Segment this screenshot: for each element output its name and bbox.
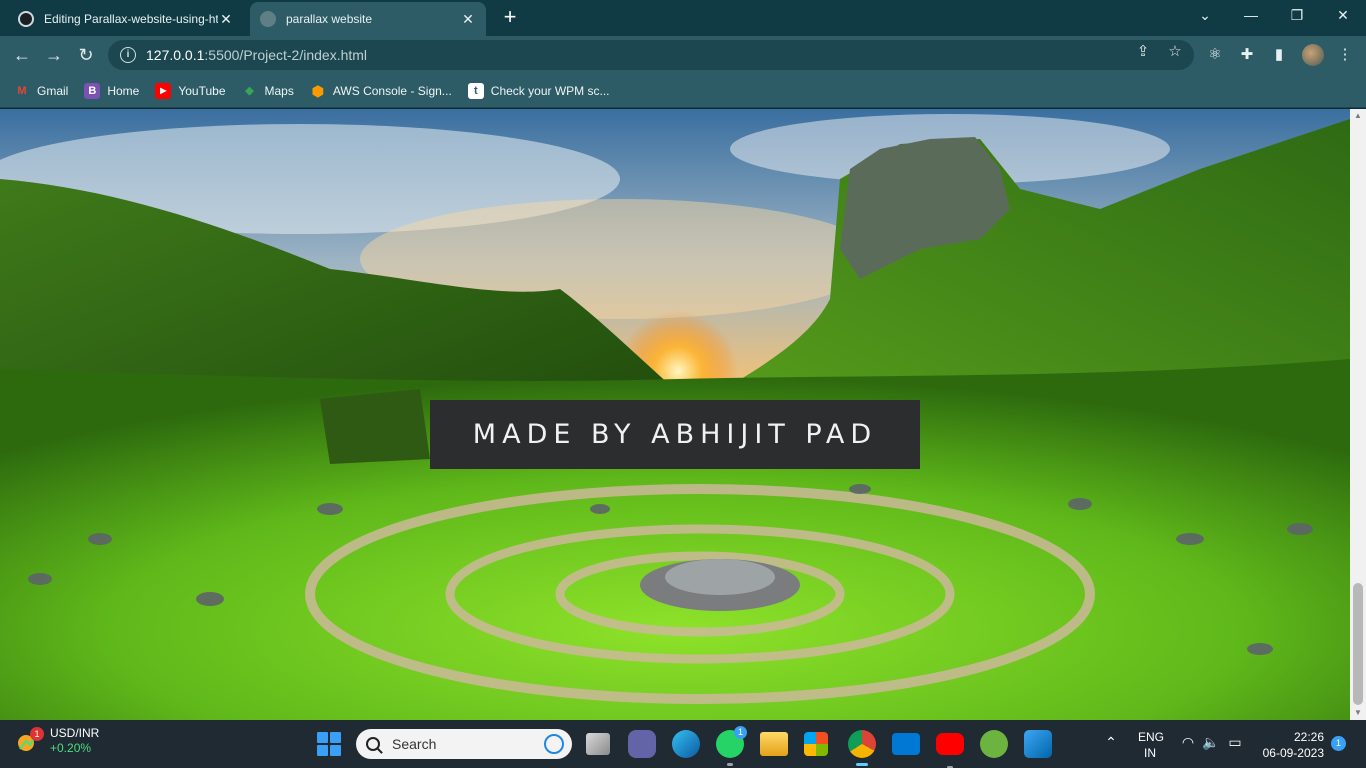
- bookmark-label: AWS Console - Sign...: [332, 83, 452, 98]
- tab-search-chevron-icon[interactable]: ⌄: [1182, 0, 1228, 32]
- gmail-icon: M: [17, 84, 27, 97]
- microsoft-store-icon[interactable]: [804, 732, 828, 756]
- bookmark-maps[interactable]: ◆ Maps: [242, 83, 294, 99]
- volume-muted-icon[interactable]: 🔈: [1202, 734, 1220, 751]
- bing-icon[interactable]: [544, 734, 564, 754]
- bookmark-label: Check your WPM sc...: [490, 83, 610, 98]
- system-clock[interactable]: 22:26 06-09-2023: [1256, 729, 1324, 761]
- close-icon[interactable]: ✕: [218, 11, 234, 28]
- tab-editing-repo[interactable]: Editing Parallax-website-using-ht ✕: [8, 2, 244, 36]
- bookmark-aws[interactable]: ⬢ AWS Console - Sign...: [310, 83, 452, 99]
- vscode-icon[interactable]: [1024, 730, 1052, 758]
- bookmark-label: Gmail: [37, 83, 69, 98]
- windows-taskbar: 1 USD/INR +0.20% Search 1 ⌃ ENG IN ◠ 🔈 ▭…: [0, 720, 1366, 768]
- extensions-icon[interactable]: ✚: [1238, 46, 1256, 64]
- file-explorer-icon[interactable]: [760, 732, 788, 756]
- spring-tool-icon[interactable]: [980, 730, 1008, 758]
- restore-button[interactable]: ❐: [1274, 0, 1320, 32]
- new-tab-button[interactable]: +: [496, 4, 524, 32]
- profile-avatar[interactable]: [1302, 44, 1324, 66]
- tab-strip: Editing Parallax-website-using-ht ✕ para…: [0, 0, 1366, 36]
- menu-dots-icon[interactable]: ⋮: [1336, 46, 1354, 64]
- typing-site-icon: t: [467, 82, 484, 99]
- site-info-icon[interactable]: i: [120, 47, 136, 63]
- tab-title: Editing Parallax-website-using-ht: [44, 12, 218, 26]
- tab-parallax-website[interactable]: parallax website ✕: [250, 2, 486, 36]
- currency-widget[interactable]: 1 USD/INR +0.20%: [16, 726, 99, 756]
- bookmark-label: Home: [107, 83, 140, 98]
- maps-icon: ◆: [245, 84, 254, 97]
- teams-chat-icon[interactable]: [628, 730, 656, 758]
- globe-icon: [260, 11, 276, 27]
- scrollbar-thumb[interactable]: [1353, 583, 1363, 705]
- browser-toolbar: ← → ↻ i 127.0.0.1:5500/Project-2/index.h…: [0, 36, 1366, 74]
- taskbar-search[interactable]: Search: [356, 729, 572, 759]
- youtube-app-icon[interactable]: [936, 733, 964, 768]
- made-by-banner: MADE BY ABHIJIT PAD: [430, 400, 920, 469]
- bookmarks-bar: M Gmail B Home ▶ YouTube ◆ Maps ⬢ AWS Co…: [0, 74, 1366, 108]
- bookmark-label: YouTube: [178, 83, 226, 98]
- youtube-icon: ▶: [155, 82, 172, 99]
- wifi-icon[interactable]: ◠: [1179, 734, 1197, 751]
- battery-icon[interactable]: ▭: [1226, 734, 1244, 751]
- bootstrap-icon: B: [84, 82, 101, 99]
- currency-chart-icon: 1: [16, 727, 44, 753]
- close-icon[interactable]: ✕: [460, 11, 476, 28]
- bookmark-youtube[interactable]: ▶ YouTube: [155, 82, 226, 99]
- bookmark-gmail[interactable]: M Gmail: [14, 83, 68, 99]
- widget-badge: 1: [30, 727, 44, 741]
- clock-time: 22:26: [1293, 730, 1324, 744]
- bookmark-home[interactable]: B Home: [84, 82, 140, 99]
- bookmark-label: Maps: [264, 83, 294, 98]
- page-scrollbar[interactable]: ▲ ▼: [1350, 109, 1366, 720]
- tab-title: parallax website: [286, 12, 373, 26]
- whatsapp-badge: 1: [734, 726, 747, 739]
- language-indicator-eng: ENG: [1138, 730, 1165, 744]
- task-view-icon[interactable]: [586, 733, 610, 755]
- mail-icon[interactable]: [892, 733, 920, 755]
- whatsapp-icon[interactable]: 1: [716, 726, 747, 766]
- side-panel-icon[interactable]: ▮: [1270, 46, 1288, 64]
- language-indicator-in: IN: [1144, 746, 1156, 760]
- start-button[interactable]: [317, 732, 341, 756]
- forward-button[interactable]: →: [40, 41, 68, 69]
- search-icon: [366, 737, 380, 751]
- back-button[interactable]: ←: [8, 41, 36, 69]
- widget-value: +0.20%: [50, 741, 92, 755]
- notification-badge[interactable]: 1: [1331, 736, 1346, 751]
- edge-icon[interactable]: [672, 730, 700, 758]
- url-text[interactable]: 127.0.0.1:5500/Project-2/index.html: [146, 47, 367, 63]
- page-viewport: MADE BY ABHIJIT PAD: [0, 109, 1350, 720]
- chrome-icon[interactable]: [848, 730, 876, 766]
- minimize-button[interactable]: —: [1228, 0, 1274, 32]
- clock-date: 06-09-2023: [1262, 746, 1324, 760]
- share-icon[interactable]: ⇪: [1134, 43, 1152, 61]
- github-icon: [18, 11, 34, 27]
- search-label: Search: [392, 736, 437, 752]
- bookmark-star-icon[interactable]: ☆: [1166, 43, 1184, 61]
- scroll-up-arrow-icon[interactable]: ▲: [1350, 109, 1366, 123]
- react-devtools-icon[interactable]: ⚛: [1206, 46, 1224, 64]
- scroll-down-arrow-icon[interactable]: ▼: [1350, 706, 1366, 720]
- address-bar[interactable]: i 127.0.0.1:5500/Project-2/index.html: [108, 40, 1194, 70]
- close-window-button[interactable]: ✕: [1320, 0, 1366, 32]
- show-hidden-icons-chevron-icon[interactable]: ⌃: [1102, 734, 1120, 751]
- reload-button[interactable]: ↻: [72, 41, 100, 69]
- aws-icon: ⬢: [311, 82, 324, 99]
- widget-title: USD/INR: [50, 726, 100, 740]
- bookmark-wpm[interactable]: t Check your WPM sc...: [467, 82, 610, 99]
